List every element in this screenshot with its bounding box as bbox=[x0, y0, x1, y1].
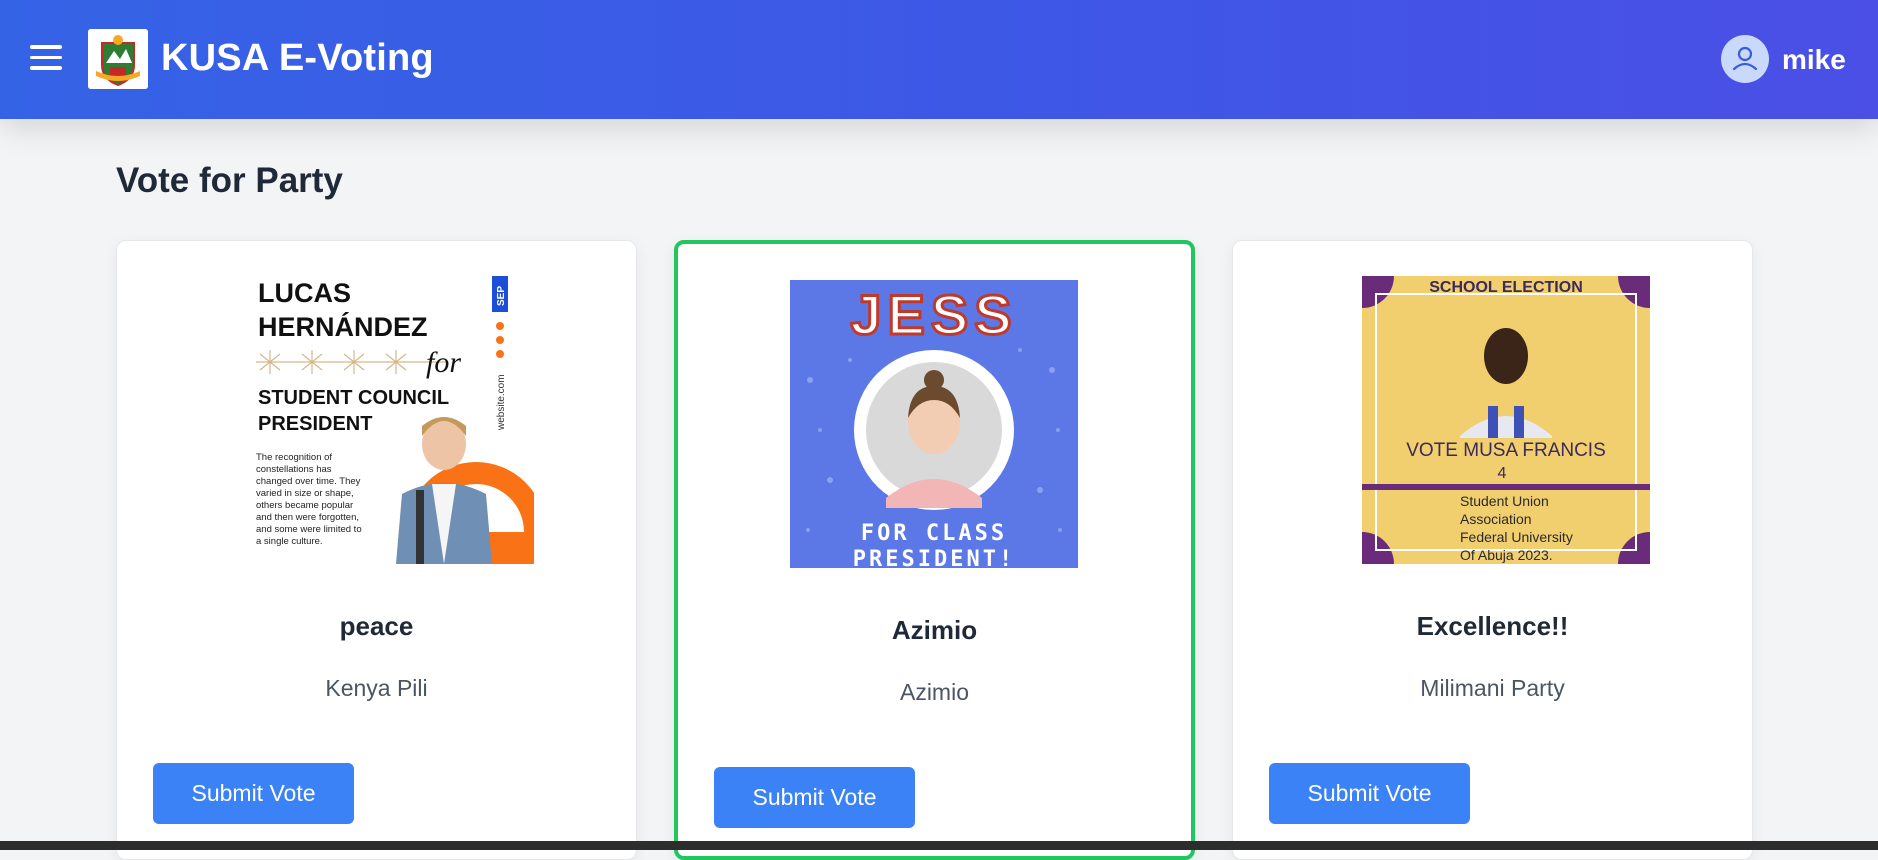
party-name: Milimani Party bbox=[1420, 675, 1565, 701]
app-title: KUSA E-Voting bbox=[161, 37, 434, 79]
user-icon bbox=[1732, 46, 1758, 71]
user-name[interactable]: mike bbox=[1782, 44, 1846, 76]
poster-text: LUCAS bbox=[258, 278, 351, 308]
kusa-logo[interactable] bbox=[88, 29, 148, 89]
poster-text: 4 bbox=[1498, 465, 1507, 482]
poster-text: SEP bbox=[496, 286, 507, 306]
poster-text: Of Abuja 2023. bbox=[1460, 547, 1553, 563]
candidate-poster-image: JESS FOR CLASS PRESIDENT! bbox=[790, 280, 1078, 568]
poster-text: PRESIDENT bbox=[258, 413, 372, 435]
party-name: Azimio bbox=[899, 679, 969, 705]
poster-text: VOTE MUSA FRANCIS bbox=[1406, 440, 1606, 461]
candidate-card[interactable]: SCHOOL ELECTION VOTE MUSA FRANCIS 4 Stud… bbox=[1232, 240, 1753, 860]
poster-text: JESS bbox=[850, 283, 1017, 346]
poster-text: FOR CLASS bbox=[861, 521, 1007, 546]
user-avatar[interactable] bbox=[1721, 35, 1769, 83]
poster-text: SCHOOL ELECTION bbox=[1429, 279, 1583, 296]
party-name: Kenya Pili bbox=[325, 675, 428, 701]
poster-graphic: LUCAS HERNÁNDEZ for STUDENT COUNCIL PRES… bbox=[246, 276, 534, 564]
poster-text: PRESIDENT! bbox=[853, 547, 1015, 568]
poster-graphic: SCHOOL ELECTION VOTE MUSA FRANCIS 4 Stud… bbox=[1362, 276, 1650, 564]
poster-text: Student Union bbox=[1460, 493, 1549, 509]
submit-vote-button[interactable]: Submit Vote bbox=[1269, 763, 1470, 824]
candidate-card[interactable]: LUCAS HERNÁNDEZ for STUDENT COUNCIL PRES… bbox=[116, 240, 637, 860]
poster-text: STUDENT COUNCIL bbox=[258, 387, 449, 409]
candidate-card-selected[interactable]: JESS FOR CLASS PRESIDENT! Azimio Azimio … bbox=[674, 240, 1195, 860]
poster-text: HERNÁNDEZ bbox=[258, 311, 428, 342]
poster-text: Federal University bbox=[1460, 529, 1573, 545]
top-navbar: KUSA E-Voting mike bbox=[0, 0, 1878, 119]
candidate-poster-image: SCHOOL ELECTION VOTE MUSA FRANCIS 4 Stud… bbox=[1362, 276, 1650, 564]
poster-text: website.com bbox=[496, 374, 507, 431]
poster-text: for bbox=[426, 346, 461, 379]
poster-text: Association bbox=[1460, 511, 1532, 527]
page-title: Vote for Party bbox=[116, 161, 343, 200]
candidate-poster-image: LUCAS HERNÁNDEZ for STUDENT COUNCIL PRES… bbox=[246, 276, 534, 564]
candidate-name: Excellence!! bbox=[1416, 611, 1569, 641]
poster-body-text: The recognition of constellations has ch… bbox=[256, 452, 362, 547]
submit-vote-button[interactable]: Submit Vote bbox=[153, 763, 354, 824]
submit-vote-button[interactable]: Submit Vote bbox=[714, 767, 915, 828]
hamburger-menu-icon[interactable] bbox=[30, 45, 62, 71]
window-bottom-edge bbox=[0, 841, 1878, 850]
main-content: Vote for Party LUCAS HERNÁNDEZ for STUDE… bbox=[0, 119, 1878, 860]
candidate-name: Azimio bbox=[891, 615, 978, 645]
poster-graphic: JESS FOR CLASS PRESIDENT! bbox=[790, 280, 1078, 568]
candidate-name: peace bbox=[339, 611, 414, 641]
